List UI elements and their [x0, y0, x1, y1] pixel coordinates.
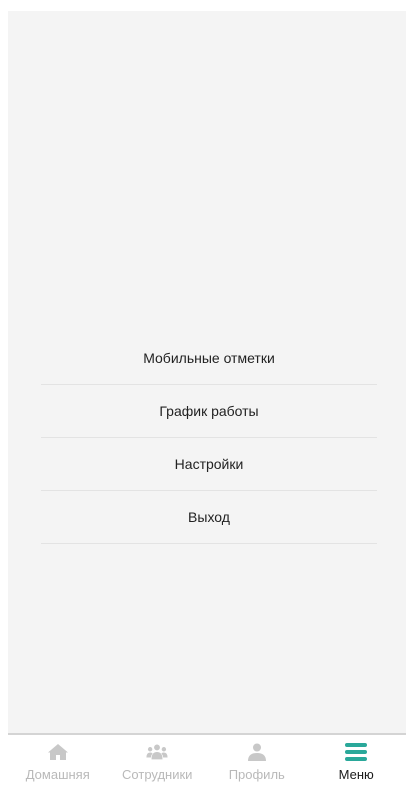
- tab-profile-label: Профиль: [228, 767, 285, 782]
- tab-employees-label: Сотрудники: [122, 767, 193, 782]
- menu-item-logout[interactable]: Выход: [41, 491, 377, 544]
- user-icon: [246, 743, 268, 761]
- tab-profile[interactable]: Профиль: [207, 735, 307, 790]
- menu-item-work-schedule[interactable]: График работы: [41, 385, 377, 438]
- app-screen: Мобильные отметки График работы Настройк…: [8, 11, 406, 790]
- home-icon: [47, 743, 69, 761]
- tab-home[interactable]: Домашняя: [8, 735, 108, 790]
- menu-item-mobile-marks[interactable]: Мобильные отметки: [41, 332, 377, 385]
- bottom-tab-bar: Домашняя Сотрудники Профиль Меню: [8, 733, 406, 790]
- tab-menu-label: Меню: [338, 767, 374, 782]
- users-icon: [146, 743, 168, 761]
- tab-employees[interactable]: Сотрудники: [108, 735, 208, 790]
- menu-list: Мобильные отметки График работы Настройк…: [41, 332, 377, 544]
- tab-menu[interactable]: Меню: [307, 735, 406, 790]
- menu-item-settings[interactable]: Настройки: [41, 438, 377, 491]
- tab-home-label: Домашняя: [25, 767, 90, 782]
- menu-icon: [345, 743, 368, 761]
